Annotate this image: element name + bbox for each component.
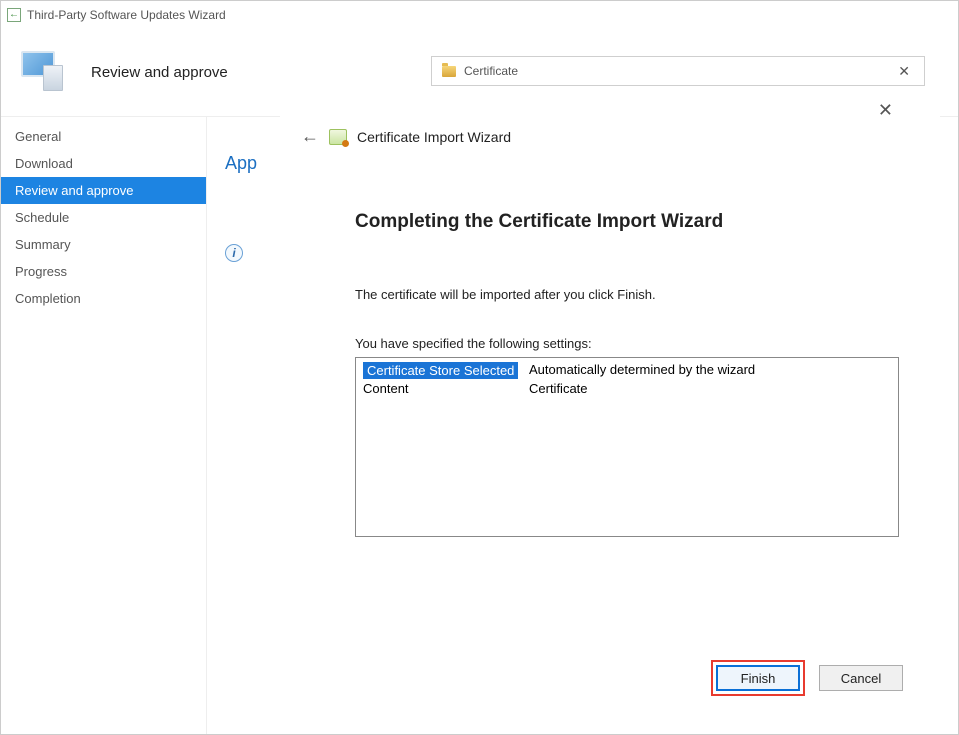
- sidebar-item-download[interactable]: Download: [1, 150, 206, 177]
- back-arrow-icon[interactable]: ←: [301, 126, 319, 147]
- sidebar-item-schedule[interactable]: Schedule: [1, 204, 206, 231]
- settings-row-value: Automatically determined by the wizard: [525, 361, 895, 380]
- settings-row-value: Certificate: [525, 380, 895, 397]
- settings-row-label-selected: Certificate Store Selected: [363, 362, 518, 379]
- settings-listbox[interactable]: Certificate Store Selected Automatically…: [355, 357, 899, 537]
- cancel-button[interactable]: Cancel: [819, 665, 903, 691]
- sidebar-item-completion[interactable]: Completion: [1, 285, 206, 312]
- sidebar-item-review-and-approve[interactable]: Review and approve: [1, 177, 206, 204]
- cert-wizard-title: Certificate Import Wizard: [357, 129, 511, 145]
- settings-row-label: Content: [359, 380, 525, 397]
- certificate-import-dialog: Certificate ✕ ✕ ← Certificate Import Wiz…: [280, 15, 940, 711]
- wizard-title: Third-Party Software Updates Wizard: [27, 8, 226, 22]
- sidebar-item-general[interactable]: General: [1, 123, 206, 150]
- computer-monitor-icon: [21, 51, 65, 95]
- folder-icon: [442, 66, 456, 77]
- close-icon[interactable]: ✕: [894, 63, 914, 80]
- cert-wizard-description: The certificate will be imported after y…: [355, 287, 909, 302]
- sidebar-item-progress[interactable]: Progress: [1, 258, 206, 285]
- wizard-sidebar: General Download Review and approve Sche…: [1, 117, 207, 734]
- finish-button-highlight: Finish: [711, 660, 805, 696]
- cert-wizard-settings-intro: You have specified the following setting…: [355, 336, 909, 351]
- certificate-tab-title: Certificate: [464, 64, 518, 78]
- info-icon: i: [225, 244, 243, 262]
- finish-button[interactable]: Finish: [716, 665, 800, 691]
- settings-row: Content Certificate: [359, 380, 895, 397]
- sidebar-item-summary[interactable]: Summary: [1, 231, 206, 258]
- dialog-close-icon[interactable]: ✕: [874, 100, 897, 121]
- page-title: Review and approve: [91, 64, 228, 81]
- cert-wizard-heading: Completing the Certificate Import Wizard: [355, 211, 909, 233]
- settings-row: Certificate Store Selected Automatically…: [359, 361, 895, 380]
- certificate-tab-header: Certificate ✕: [431, 56, 925, 86]
- wizard-title-icon: ←: [7, 8, 21, 22]
- dialog-button-row: Finish Cancel: [711, 660, 903, 696]
- certificate-icon: [329, 129, 347, 145]
